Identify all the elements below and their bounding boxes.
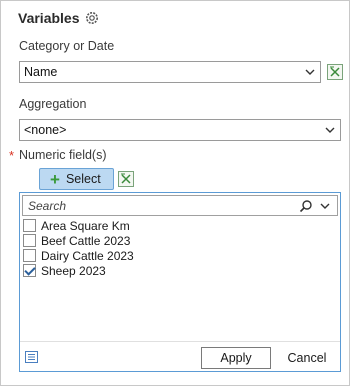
checkbox[interactable] (23, 234, 36, 247)
chevron-down-icon (305, 69, 315, 75)
chevron-down-icon[interactable] (319, 200, 331, 212)
numeric-expression-button[interactable] (118, 171, 134, 187)
gear-icon[interactable] (84, 10, 100, 26)
field-label: Area Square Km (41, 218, 130, 233)
section-header: Variables (18, 10, 100, 26)
cancel-button[interactable]: Cancel (282, 347, 332, 369)
expression-icon (330, 66, 340, 77)
picker-footer: Apply Cancel (20, 341, 340, 371)
field-list: Area Square Km Beef Cattle 2023 Dairy Ca… (23, 218, 337, 278)
list-item[interactable]: Dairy Cattle 2023 (23, 248, 337, 263)
category-expression-button[interactable] (327, 64, 343, 80)
list-item[interactable]: Beef Cattle 2023 (23, 233, 337, 248)
aggregation-value: <none> (24, 123, 67, 137)
plus-icon: + (50, 169, 60, 189)
select-label: Select (65, 172, 101, 186)
section-title: Variables (18, 10, 80, 26)
list-item[interactable]: Sheep 2023 (23, 263, 337, 278)
numeric-fields-label: Numeric field(s) (19, 148, 107, 162)
search-input[interactable]: Search (22, 195, 338, 216)
apply-button[interactable]: Apply (201, 347, 271, 369)
field-label: Beef Cattle 2023 (41, 233, 131, 248)
chevron-down-icon (325, 127, 335, 133)
category-value: Name (24, 65, 58, 79)
required-marker: * (9, 148, 15, 163)
field-label: Sheep 2023 (41, 263, 106, 278)
category-label: Category or Date (19, 39, 115, 53)
checkbox[interactable] (23, 249, 36, 262)
select-fields-button[interactable]: + Select (39, 168, 114, 190)
checkbox-checked[interactable] (23, 264, 36, 277)
variables-panel: Variables Category or Date Name Aggregat… (0, 0, 350, 386)
expression-icon (121, 173, 131, 184)
category-dropdown[interactable]: Name (19, 61, 321, 83)
field-picker-popup: Search Area Square Km Beef Cattle 2023 D… (19, 192, 341, 372)
search-icon[interactable] (299, 199, 313, 213)
list-view-icon[interactable] (25, 351, 38, 363)
aggregation-dropdown[interactable]: <none> (19, 119, 341, 141)
aggregation-label: Aggregation (19, 97, 87, 111)
list-item[interactable]: Area Square Km (23, 218, 337, 233)
search-placeholder: Search (28, 199, 67, 213)
field-label: Dairy Cattle 2023 (41, 248, 134, 263)
checkbox[interactable] (23, 219, 36, 232)
